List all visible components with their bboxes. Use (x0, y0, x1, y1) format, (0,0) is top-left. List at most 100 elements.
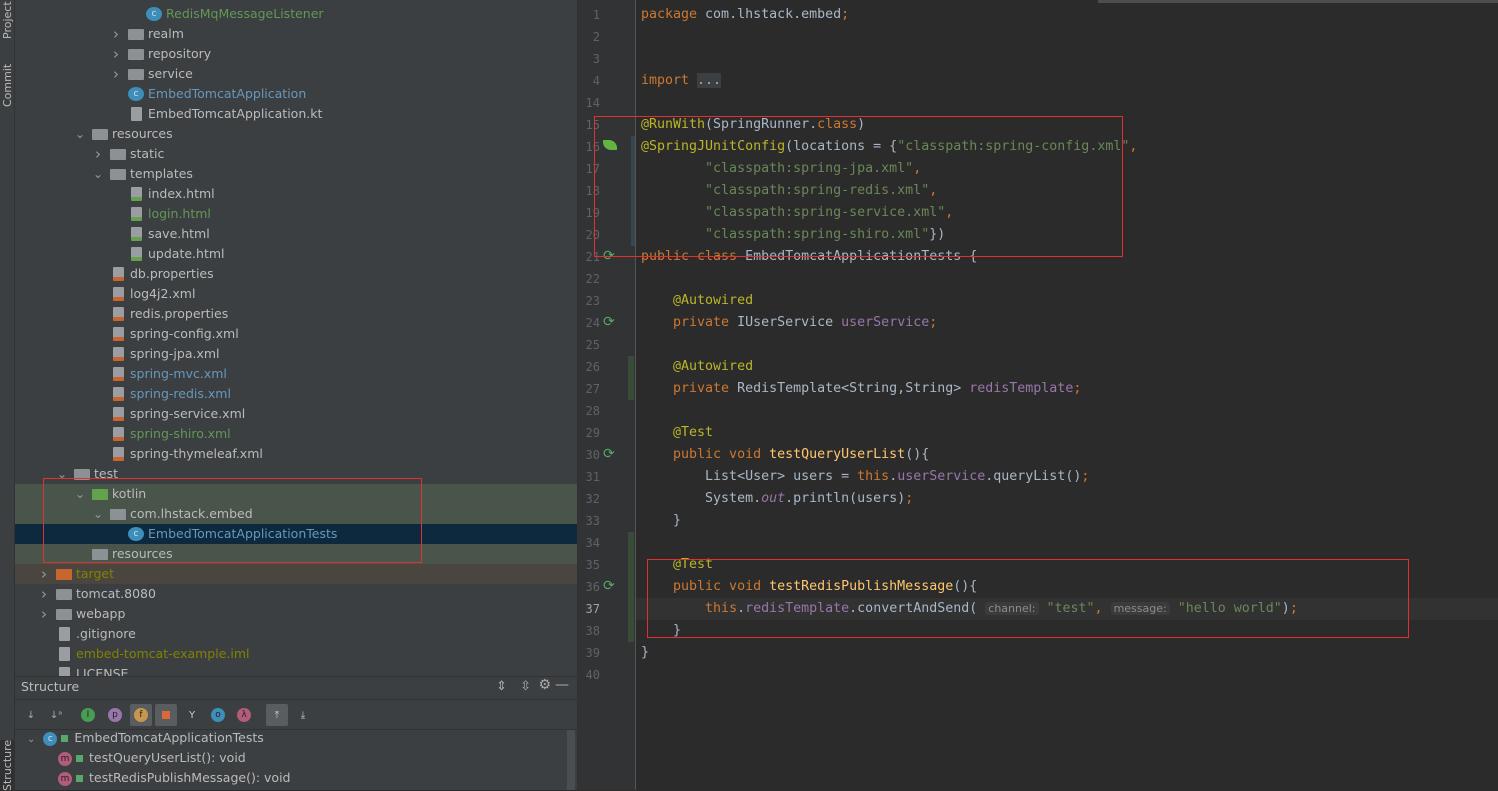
tree-item[interactable]: spring-service.xml (15, 404, 577, 424)
minimize-icon[interactable]: — (555, 677, 569, 693)
code-line[interactable]: "classpath:spring-shiro.xml"}) (641, 224, 945, 246)
tree-item[interactable]: LICENSE (15, 664, 577, 676)
chevron-right-icon[interactable]: › (110, 64, 122, 84)
code-line[interactable]: "classpath:spring-redis.xml", (641, 180, 937, 202)
commit-tab[interactable]: Commit (0, 55, 15, 115)
line-number: 28 (585, 404, 600, 418)
tree-item[interactable]: › target (15, 564, 577, 584)
code-line[interactable]: List<User> users = this.userService.quer… (641, 466, 1089, 488)
tree-item[interactable]: spring-thymeleaf.xml (15, 444, 577, 464)
tree-item[interactable]: login.html (15, 204, 577, 224)
tree-item[interactable]: embed-tomcat-example.iml (15, 644, 577, 664)
code-line[interactable]: public void testRedisPublishMessage(){ (641, 576, 977, 598)
code-line[interactable]: package com.lhstack.embed; (641, 4, 849, 26)
run-test-icon[interactable]: ⟳ (603, 248, 615, 264)
structure-method[interactable]: m testRedisPublishMessage(): void (58, 768, 290, 788)
bean-navigate-icon[interactable]: ⟳ (603, 314, 615, 330)
tree-item[interactable]: spring-config.xml (15, 324, 577, 344)
chevron-right-icon[interactable]: › (38, 604, 50, 624)
show-fields-icon[interactable]: f (130, 704, 152, 726)
tree-item[interactable]: › repository (15, 44, 577, 64)
code-line[interactable]: @SpringJUnitConfig(locations = {"classpa… (641, 136, 1137, 158)
code-line[interactable]: public void testQueryUserList(){ (641, 444, 929, 466)
autoscroll-from-source-icon[interactable]: ⤓ (292, 704, 314, 726)
tree-item[interactable]: ⌄ test (15, 464, 577, 484)
tree-item[interactable]: db.properties (15, 264, 577, 284)
sort-alpha-icon[interactable]: ↓ᵃ (45, 704, 67, 726)
tree-item[interactable]: spring-shiro.xml (15, 424, 577, 444)
tree-item[interactable]: EmbedTomcatApplication.kt (15, 104, 577, 124)
tree-item[interactable]: c EmbedTomcatApplicationTests (15, 524, 577, 544)
horizontal-scrollbar[interactable] (1098, 0, 1498, 3)
tree-item[interactable]: › tomcat.8080 (15, 584, 577, 604)
run-test-icon[interactable]: ⟳ (603, 578, 615, 594)
code-line[interactable]: "classpath:spring-service.xml", (641, 202, 953, 224)
tree-item[interactable]: ⌄ kotlin (15, 484, 577, 504)
autoscroll-to-source-icon[interactable]: ⤒ (266, 704, 288, 726)
code-token: (locations = { (785, 139, 898, 154)
code-token: @Test (641, 557, 714, 572)
code-line[interactable]: @Test (641, 554, 713, 576)
chevron-down-icon[interactable]: ⌄ (92, 164, 104, 184)
chevron-down-icon[interactable]: ⌄ (74, 484, 86, 504)
chevron-right-icon[interactable]: › (110, 44, 122, 64)
chevron-down-icon[interactable]: ⌄ (74, 124, 86, 144)
show-inherited-icon[interactable]: I (77, 704, 99, 726)
tree-item[interactable]: c EmbedTomcatApplication (15, 84, 577, 104)
code-line[interactable]: System.out.println(users); (641, 488, 913, 510)
tree-item[interactable]: › webapp (15, 604, 577, 624)
gear-icon[interactable]: ⚙ (538, 677, 551, 693)
chevron-down-icon[interactable]: ⌄ (92, 504, 104, 524)
code-line[interactable]: public class EmbedTomcatApplicationTests… (641, 246, 977, 268)
scrollbar[interactable] (567, 730, 575, 790)
code-line[interactable]: @Test (641, 422, 713, 444)
tree-item[interactable]: save.html (15, 224, 577, 244)
code-line[interactable]: private RedisTemplate<String,String> red… (641, 378, 1081, 400)
code-line[interactable]: @Autowired (641, 356, 753, 378)
code-line[interactable]: private IUserService userService; (641, 312, 937, 334)
expand-all-icon[interactable]: ⇕ (496, 679, 507, 694)
code-line[interactable]: @Autowired (641, 290, 753, 312)
code-line[interactable]: "classpath:spring-jpa.xml", (641, 158, 921, 180)
show-non-public-icon[interactable] (155, 704, 177, 726)
show-lambdas-filter-icon[interactable]: Y (181, 704, 203, 726)
code-line[interactable]: import ... (641, 70, 722, 92)
show-properties-icon[interactable]: p (104, 704, 126, 726)
structure-root[interactable]: ⌄ c EmbedTomcatApplicationTests (27, 728, 264, 748)
tree-item[interactable]: spring-redis.xml (15, 384, 577, 404)
tree-item[interactable]: .gitignore (15, 624, 577, 644)
tree-item[interactable]: › realm (15, 24, 577, 44)
chevron-right-icon[interactable]: › (92, 144, 104, 164)
show-anonymous-icon[interactable]: o (207, 704, 229, 726)
run-test-icon[interactable]: ⟳ (603, 446, 615, 462)
tree-item[interactable]: ⌄ resources (15, 124, 577, 144)
tree-item[interactable]: redis.properties (15, 304, 577, 324)
code-line[interactable]: } (641, 510, 681, 532)
code-line[interactable]: } (641, 642, 649, 664)
project-tab[interactable]: Project (0, 0, 15, 40)
code-line[interactable]: } (641, 620, 681, 642)
tree-item[interactable]: spring-jpa.xml (15, 344, 577, 364)
structure-tab[interactable]: Structure (0, 739, 15, 791)
tree-item[interactable]: index.html (15, 184, 577, 204)
tree-item[interactable]: update.html (15, 244, 577, 264)
tree-item[interactable]: › static (15, 144, 577, 164)
structure-method[interactable]: m testQueryUserList(): void (58, 748, 246, 768)
tree-item[interactable]: › service (15, 64, 577, 84)
collapse-all-icon[interactable]: ⇳ (520, 679, 531, 694)
tree-item[interactable]: resources (15, 544, 577, 564)
tree-item[interactable]: log4j2.xml (15, 284, 577, 304)
tree-item[interactable]: ⌄ com.lhstack.embed (15, 504, 577, 524)
chevron-right-icon[interactable]: › (38, 564, 50, 584)
tree-item[interactable]: spring-mvc.xml (15, 364, 577, 384)
code-line[interactable]: @RunWith(SpringRunner.class) (641, 114, 865, 136)
tree-item[interactable]: c RedisMqMessageListener (15, 4, 577, 24)
tree-item[interactable]: ⌄ templates (15, 164, 577, 184)
code-line[interactable]: this.redisTemplate.convertAndSend( chann… (641, 598, 1298, 620)
show-lambda-icon[interactable]: λ (233, 704, 255, 726)
chevron-right-icon[interactable]: › (38, 584, 50, 604)
chevron-right-icon[interactable]: › (110, 24, 122, 44)
sort-visibility-icon[interactable]: ↓ (20, 704, 42, 726)
code-editor[interactable]: 1 package com.lhstack.embed; 2 3 4 import ...… (577, 0, 1498, 790)
chevron-down-icon[interactable]: ⌄ (56, 464, 68, 484)
